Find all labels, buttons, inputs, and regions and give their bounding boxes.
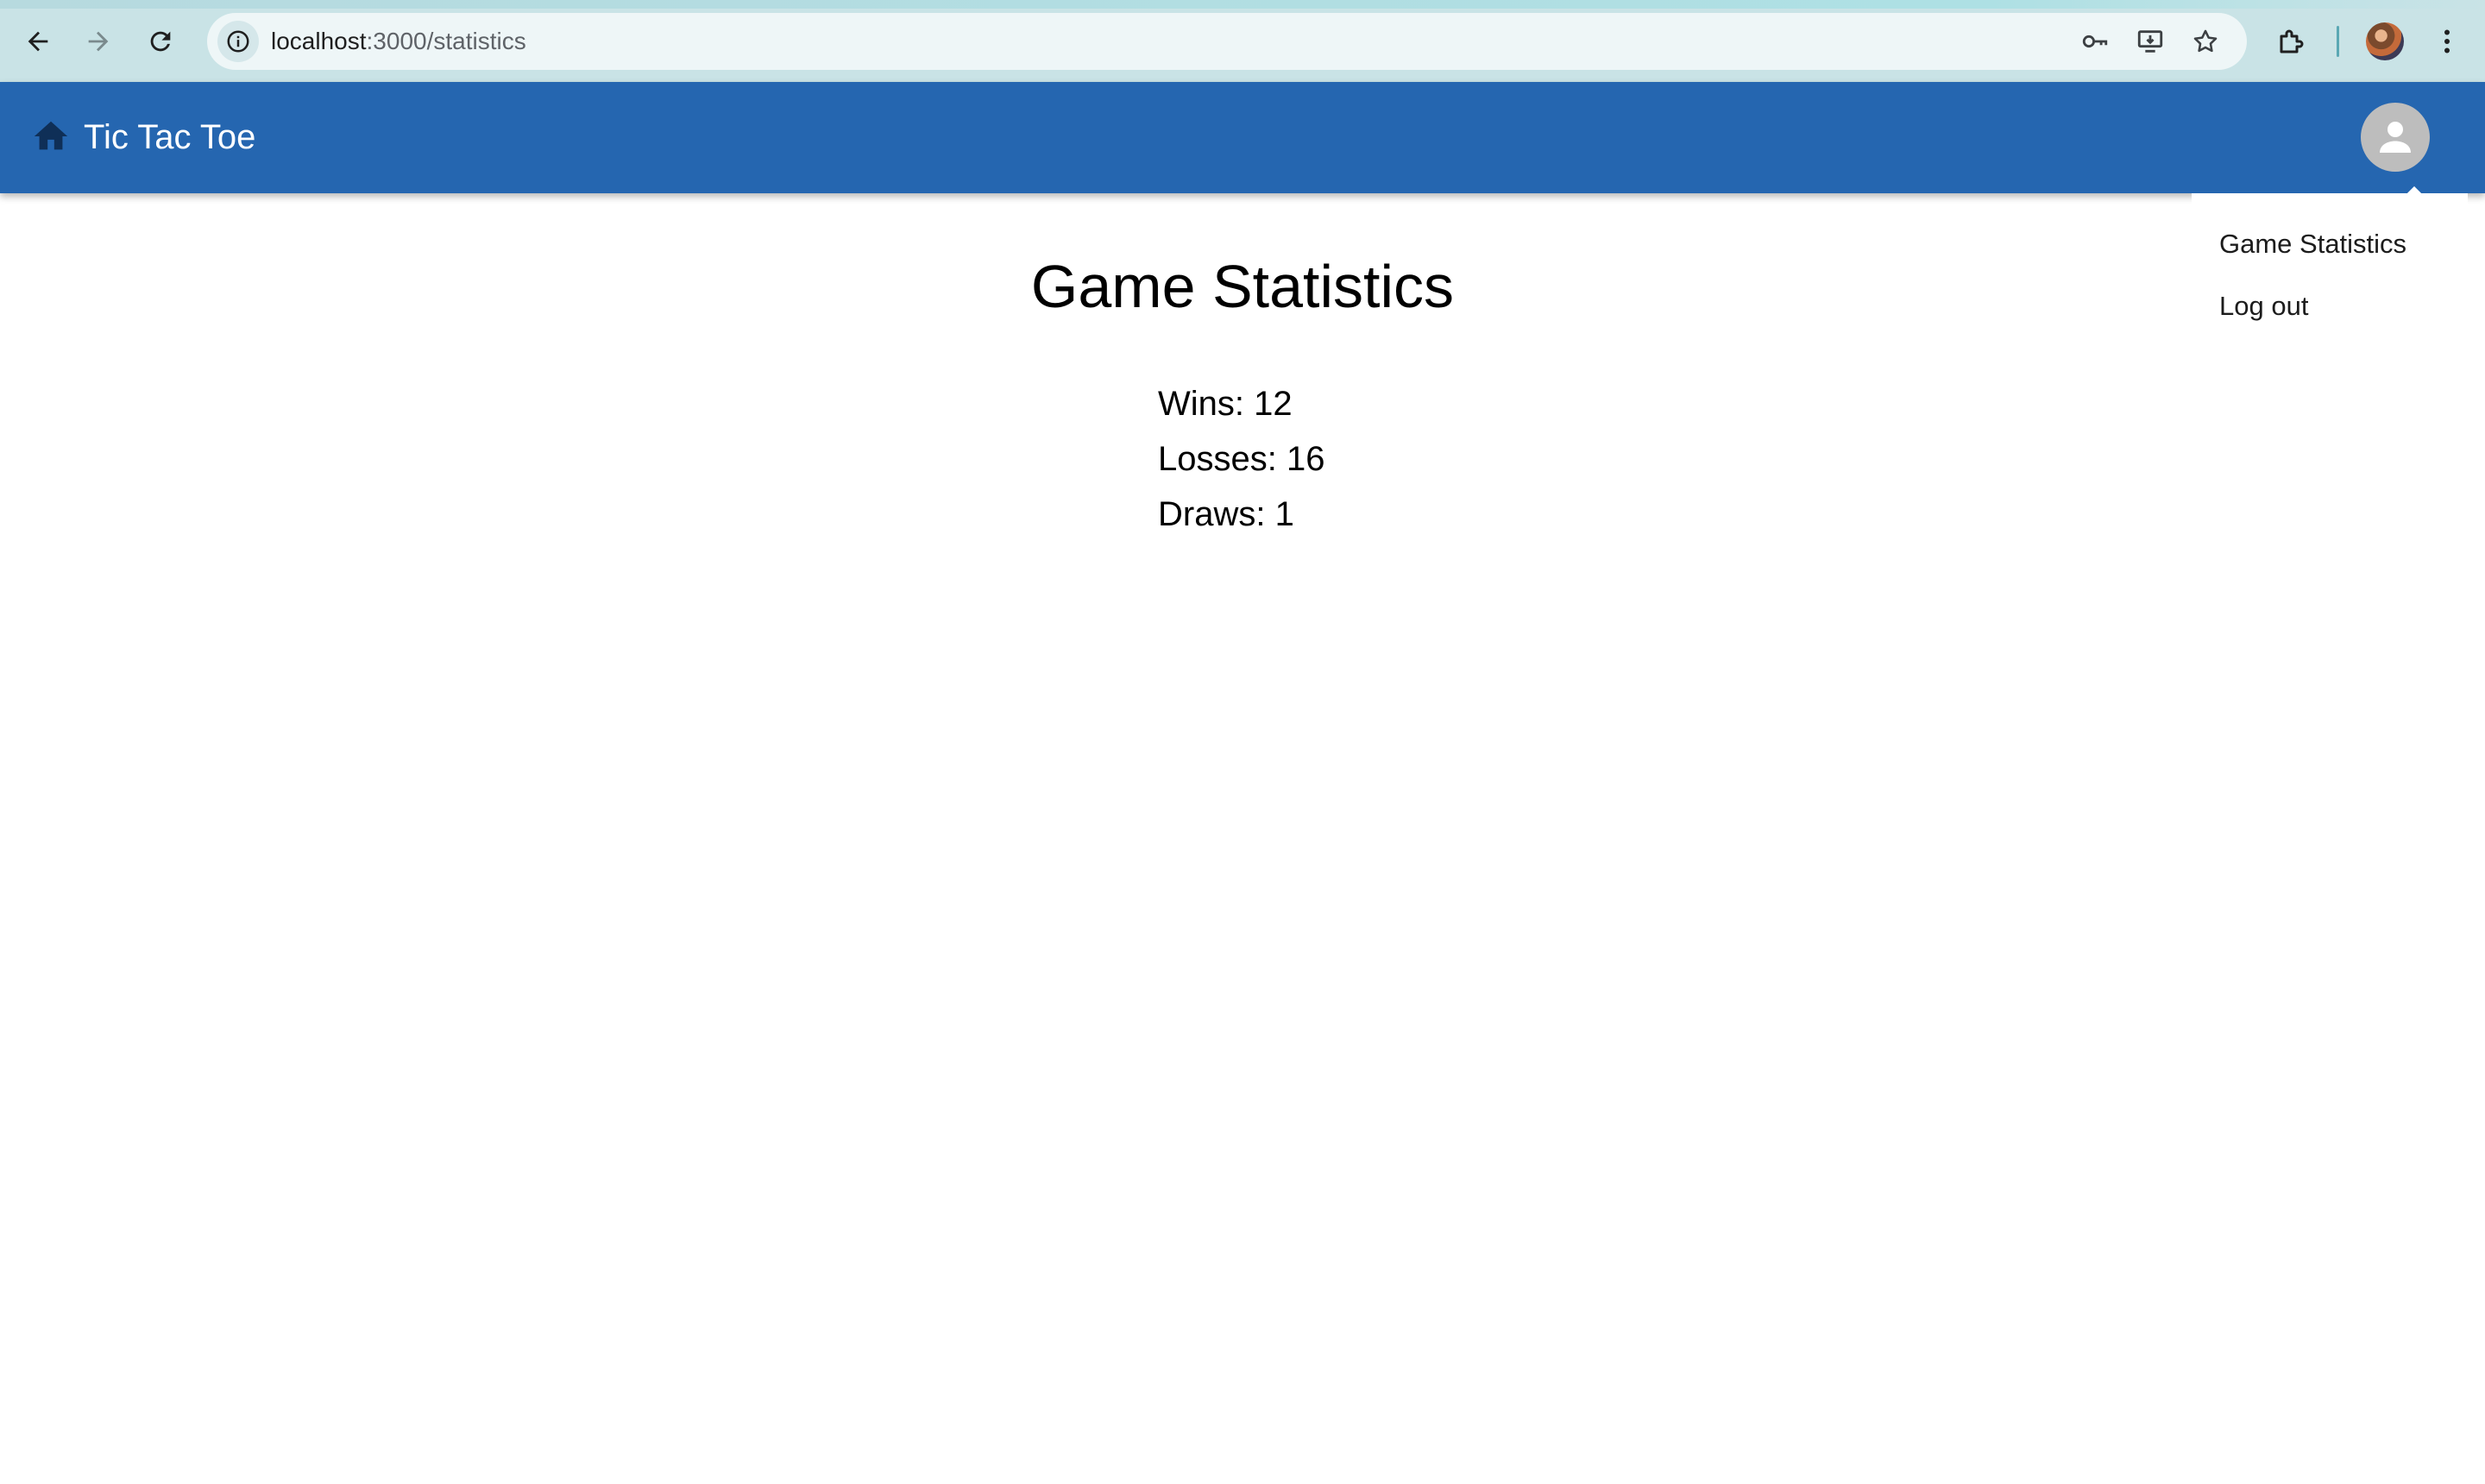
browser-chrome: localhost:3000/statistics xyxy=(0,0,2485,82)
stat-wins: Wins: 12 xyxy=(1158,385,1293,423)
site-info-button[interactable] xyxy=(217,21,259,62)
url-text[interactable]: localhost:3000/statistics xyxy=(271,13,526,70)
toolbar-separator xyxy=(2337,26,2339,57)
home-icon[interactable] xyxy=(31,116,71,156)
browser-profile-avatar[interactable] xyxy=(2366,22,2404,60)
stat-losses: Losses: 16 xyxy=(1158,440,1325,478)
more-vertical-icon xyxy=(2444,29,2450,53)
forward-button[interactable] xyxy=(76,19,121,64)
url-host: localhost xyxy=(271,28,367,54)
arrow-left-icon xyxy=(28,31,48,52)
stats-list: Wins: 12 Losses: 16 Draws: 1 xyxy=(1158,380,1324,545)
star-icon xyxy=(2193,29,2218,53)
extensions-button[interactable] xyxy=(2271,21,2312,62)
back-button[interactable] xyxy=(16,19,60,64)
user-avatar-button[interactable] xyxy=(2361,103,2430,172)
password-key-button[interactable] xyxy=(2078,24,2112,59)
address-bar[interactable]: localhost:3000/statistics xyxy=(207,13,2247,70)
reload-icon xyxy=(150,31,171,52)
app-bar: Tic Tac Toe xyxy=(0,82,2485,193)
browser-menu-button[interactable] xyxy=(2426,21,2468,62)
reload-button[interactable] xyxy=(138,19,183,64)
stat-draws: Draws: 1 xyxy=(1158,495,1294,533)
tab-strip-edge xyxy=(0,0,2485,9)
arrow-right-icon xyxy=(88,31,109,52)
info-icon xyxy=(227,30,249,53)
install-desktop-icon xyxy=(2137,30,2163,53)
puzzle-icon xyxy=(2280,29,2304,53)
person-icon xyxy=(2380,122,2411,153)
app-title[interactable]: Tic Tac Toe xyxy=(84,82,255,193)
url-path: :3000/statistics xyxy=(366,28,526,54)
bookmark-button[interactable] xyxy=(2188,24,2223,59)
key-icon xyxy=(2082,35,2108,48)
page-title: Game Statistics xyxy=(1030,253,1455,320)
install-app-button[interactable] xyxy=(2133,24,2167,59)
